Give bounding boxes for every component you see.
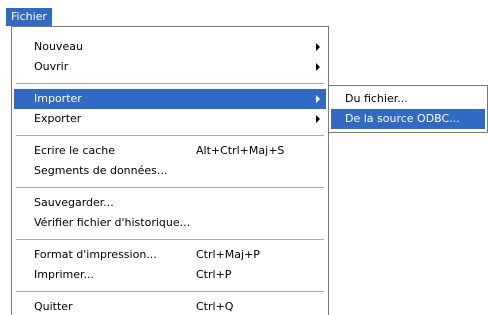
- menu-item-shortcut: Ctrl+P: [196, 268, 232, 281]
- submenu-item-label: De la source ODBC...: [345, 112, 460, 125]
- menu-item-importer[interactable]: Importer: [14, 89, 326, 109]
- menu-item-label: Ouvrir: [34, 60, 69, 73]
- menu-fichier-title[interactable]: Fichier: [6, 8, 52, 26]
- submenu-arrow-icon: [316, 115, 320, 123]
- menu-separator: [16, 291, 324, 293]
- menu-item-label: Quitter: [34, 300, 73, 313]
- menu-item-label: Exporter: [34, 112, 82, 125]
- screen: Fichier Nouveau Ouvrir Importer Exporter…: [0, 0, 488, 315]
- submenu-item-du-fichier[interactable]: Du fichier...: [331, 89, 485, 109]
- menu-item-shortcut: Ctrl+Q: [196, 300, 234, 313]
- importer-submenu: Du fichier... De la source ODBC...: [328, 85, 488, 133]
- menu-item-ecrire-cache[interactable]: Ecrire le cache Alt+Ctrl+Maj+S: [14, 141, 326, 161]
- menu-item-label: Format d'impression...: [34, 248, 157, 261]
- menu-item-label: Segments de données...: [34, 164, 168, 177]
- fichier-menu: Nouveau Ouvrir Importer Exporter Ecrire …: [11, 26, 329, 315]
- submenu-arrow-icon: [316, 95, 320, 103]
- menu-separator: [16, 83, 324, 85]
- menu-item-nouveau[interactable]: Nouveau: [14, 37, 326, 57]
- menu-item-exporter[interactable]: Exporter: [14, 109, 326, 129]
- menu-item-segments-donnees[interactable]: Segments de données...: [14, 161, 326, 181]
- menu-item-label: Imprimer...: [34, 268, 95, 281]
- menu-item-ouvrir[interactable]: Ouvrir: [14, 57, 326, 77]
- menu-item-imprimer[interactable]: Imprimer... Ctrl+P: [14, 265, 326, 285]
- menu-item-shortcut: Alt+Ctrl+Maj+S: [196, 144, 285, 157]
- menu-separator: [16, 239, 324, 241]
- menu-item-label: Vérifier fichier d'historique...: [34, 216, 191, 229]
- submenu-arrow-icon: [316, 43, 320, 51]
- submenu-arrow-icon: [316, 63, 320, 71]
- menu-item-format-impression[interactable]: Format d'impression... Ctrl+Maj+P: [14, 245, 326, 265]
- menu-separator: [16, 187, 324, 189]
- menu-item-verifier-historique[interactable]: Vérifier fichier d'historique...: [14, 213, 326, 233]
- menu-item-sauvegarder[interactable]: Sauvegarder...: [14, 193, 326, 213]
- menu-item-label: Nouveau: [34, 40, 83, 53]
- menu-item-shortcut: Ctrl+Maj+P: [196, 248, 260, 261]
- menu-item-quitter[interactable]: Quitter Ctrl+Q: [14, 297, 326, 315]
- submenu-item-label: Du fichier...: [345, 92, 408, 105]
- menu-item-label: Ecrire le cache: [34, 144, 116, 157]
- menu-separator: [16, 135, 324, 137]
- menu-item-label: Sauvegarder...: [34, 196, 114, 209]
- submenu-item-source-odbc[interactable]: De la source ODBC...: [331, 109, 485, 129]
- menu-item-label: Importer: [34, 92, 82, 105]
